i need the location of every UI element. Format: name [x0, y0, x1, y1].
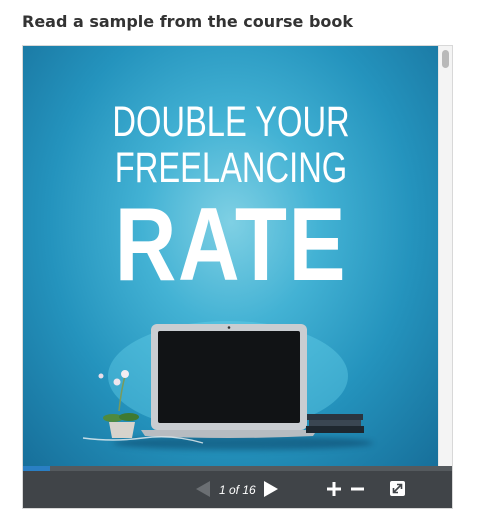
laptop-illustration — [141, 324, 317, 438]
expand-icon — [390, 481, 405, 496]
triangle-left-icon — [196, 481, 210, 497]
triangle-right-icon — [264, 481, 278, 497]
book-1 — [307, 414, 363, 420]
laptop-screen — [158, 331, 300, 423]
flower-2 — [113, 378, 121, 386]
minus-icon — [351, 487, 364, 491]
book-cover-page: DOUBLE YOUR FREELANCING RATE — [23, 46, 439, 466]
book-viewer[interactable]: DOUBLE YOUR FREELANCING RATE 1 of 16 — [22, 45, 453, 509]
zoom-out-button[interactable] — [351, 482, 364, 501]
leaf-2 — [119, 413, 139, 421]
cover-illustration — [82, 321, 364, 444]
scrollbar-thumb[interactable] — [442, 50, 449, 68]
cable — [82, 436, 204, 444]
zoom-in-button[interactable] — [327, 482, 341, 501]
laptop-camera — [227, 326, 231, 329]
fullscreen-button[interactable] — [390, 481, 405, 501]
page-indicator: 1 of 16 — [219, 483, 256, 497]
book-3 — [306, 426, 364, 433]
vertical-scrollbar[interactable] — [438, 46, 452, 466]
flower-3 — [98, 373, 104, 379]
book-2 — [309, 420, 361, 426]
plus-icon — [327, 482, 341, 496]
next-page-button[interactable] — [263, 479, 279, 504]
viewer-toolbar: 1 of 16 — [23, 471, 452, 508]
books-illustration — [306, 414, 364, 433]
section-heading: Read a sample from the course book — [22, 12, 354, 31]
flower-1 — [121, 370, 129, 378]
plant-pot — [109, 422, 135, 438]
previous-page-button[interactable] — [195, 479, 211, 504]
